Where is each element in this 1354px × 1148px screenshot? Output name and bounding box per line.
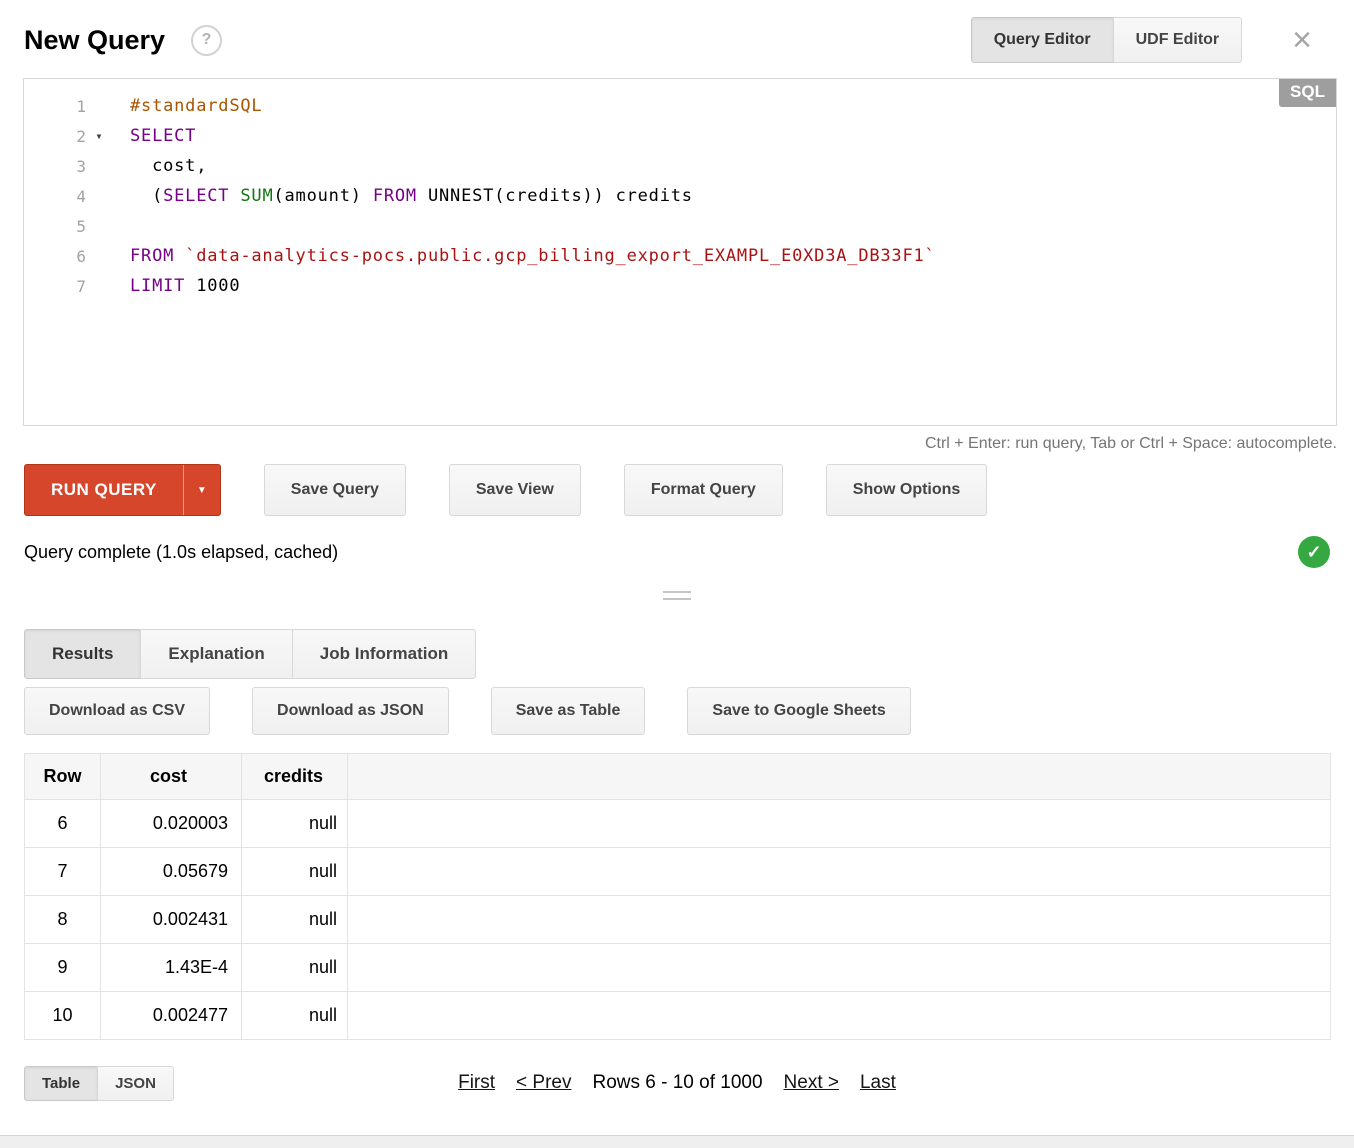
editor-gutter: 1 2 ▾ 3 4 5 6 7 (24, 79, 112, 425)
code-line[interactable]: LIMIT 1000 (130, 271, 1336, 301)
line-number: 1 (76, 96, 86, 116)
code-line[interactable] (130, 211, 1336, 241)
gutter-line: 1 (24, 91, 112, 121)
credits-cell: null (241, 847, 348, 896)
empty-cell (347, 991, 1331, 1040)
gutter-line: 2 ▾ (24, 121, 112, 151)
header-spacer (347, 753, 1331, 800)
run-query-label: RUN QUERY (51, 480, 157, 499)
tab-results[interactable]: Results (24, 629, 142, 679)
cost-cell: 0.002431 (100, 895, 242, 944)
line-number: 2 (76, 126, 86, 146)
save-query-button[interactable]: Save Query (263, 464, 406, 516)
results-tbody: 6 0.020003 null 7 0.05679 null 8 0.002431 null 9 1… (24, 799, 1331, 1040)
download-csv-button[interactable]: Download as CSV (24, 687, 211, 735)
line-number: 7 (76, 276, 86, 296)
code-line[interactable]: cost, (130, 151, 1336, 181)
tab-query-editor[interactable]: Query Editor (970, 17, 1114, 63)
table-row: 8 0.002431 null (24, 895, 1331, 944)
code-line[interactable]: SELECT (130, 121, 1336, 151)
empty-cell (347, 895, 1331, 944)
code-line[interactable]: FROM `data-analytics-pocs.public.gcp_bil… (130, 241, 1336, 271)
results-footer: Table JSON First < Prev Rows 6 - 10 of 1… (24, 1063, 1330, 1103)
pagination: First < Prev Rows 6 - 10 of 1000 Next > … (458, 1072, 896, 1094)
credits-cell: null (241, 799, 348, 848)
empty-cell (347, 799, 1331, 848)
cost-cell: 0.002477 (100, 991, 242, 1040)
line-number: 5 (76, 216, 86, 236)
pagination-first-link[interactable]: First (458, 1072, 495, 1094)
row-number-cell: 8 (24, 895, 101, 944)
code-line[interactable]: (SELECT SUM(amount) FROM UNNEST(credits)… (130, 181, 1336, 211)
code-line[interactable]: #standardSQL (130, 91, 1336, 121)
show-options-button[interactable]: Show Options (825, 464, 988, 516)
table-row: 10 0.002477 null (24, 991, 1331, 1040)
results-tabs: Results Explanation Job Information (24, 629, 1330, 679)
results-table: Row cost credits 6 0.020003 null 7 0.05679 nu… (24, 753, 1331, 1040)
sql-language-badge: SQL (1279, 79, 1336, 107)
tab-explanation[interactable]: Explanation (140, 629, 293, 679)
credits-cell: null (241, 943, 348, 992)
format-query-button[interactable]: Format Query (623, 464, 783, 516)
run-query-button[interactable]: RUN QUERY ▼ (24, 464, 221, 516)
view-json-button[interactable]: JSON (97, 1065, 174, 1101)
header-credits: credits (241, 753, 348, 800)
pagination-next-link[interactable]: Next > (784, 1072, 839, 1094)
tab-job-information[interactable]: Job Information (291, 629, 477, 679)
editor-code[interactable]: #standardSQL SELECT cost, (SELECT SUM(amo… (112, 79, 1336, 425)
page-title: New Query (24, 24, 166, 55)
cost-cell: 1.43E-4 (100, 943, 242, 992)
gutter-line: 6 (24, 241, 112, 271)
export-actions: Download as CSV Download as JSON Save as… (24, 687, 1330, 735)
top-bar: New Query ? Query Editor UDF Editor × (0, 0, 1354, 78)
gutter-line: 5 (24, 211, 112, 241)
pagination-last-link[interactable]: Last (860, 1072, 896, 1094)
query-status-row: Query complete (1.0s elapsed, cached) ✓ (24, 536, 1330, 568)
empty-cell (347, 847, 1331, 896)
pagination-prev-link[interactable]: < Prev (516, 1072, 571, 1094)
footer-strip (0, 1135, 1354, 1148)
panel-resize-handle[interactable] (663, 591, 691, 600)
row-number-cell: 7 (24, 847, 101, 896)
tab-udf-editor[interactable]: UDF Editor (1112, 17, 1243, 63)
help-icon[interactable]: ? (191, 24, 223, 56)
query-status-text: Query complete (1.0s elapsed, cached) (24, 541, 339, 562)
line-number: 3 (76, 156, 86, 176)
table-header-row: Row cost credits (24, 753, 1331, 800)
header-row: Row (24, 753, 101, 800)
row-number-cell: 10 (24, 991, 101, 1040)
table-row: 7 0.05679 null (24, 847, 1331, 896)
view-table-button[interactable]: Table (24, 1065, 99, 1101)
row-number-cell: 6 (24, 799, 101, 848)
download-json-button[interactable]: Download as JSON (252, 687, 449, 735)
cost-cell: 0.05679 (100, 847, 242, 896)
gutter-line: 3 (24, 151, 112, 181)
empty-cell (347, 943, 1331, 992)
credits-cell: null (241, 895, 348, 944)
shortcut-hint: Ctrl + Enter: run query, Tab or Ctrl + S… (924, 435, 1337, 452)
row-number-cell: 9 (24, 943, 101, 992)
view-toggle: Table JSON (24, 1065, 174, 1101)
line-number: 4 (76, 186, 86, 206)
save-to-sheets-button[interactable]: Save to Google Sheets (687, 687, 911, 735)
table-row: 6 0.020003 null (24, 799, 1331, 848)
line-number: 6 (76, 246, 86, 266)
close-icon[interactable]: × (1286, 22, 1318, 58)
pagination-info: Rows 6 - 10 of 1000 (592, 1072, 763, 1093)
table-row: 9 1.43E-4 null (24, 943, 1331, 992)
credits-cell: null (241, 991, 348, 1040)
sql-editor[interactable]: 1 2 ▾ 3 4 5 6 7 #standardSQL SELECT cost, (SELEC… (23, 78, 1337, 426)
query-toolbar: RUN QUERY ▼ Save Query Save View Format … (24, 464, 1330, 516)
save-view-button[interactable]: Save View (448, 464, 581, 516)
query-success-icon: ✓ (1298, 536, 1330, 568)
gutter-line: 7 (24, 271, 112, 301)
gutter-line: 4 (24, 181, 112, 211)
save-as-table-button[interactable]: Save as Table (490, 687, 646, 735)
editor-mode-switcher: Query Editor UDF Editor (970, 17, 1243, 63)
header-cost: cost (100, 753, 242, 800)
cost-cell: 0.020003 (100, 799, 242, 848)
run-query-dropdown-icon[interactable]: ▼ (182, 465, 220, 515)
fold-toggle-icon[interactable]: ▾ (86, 129, 112, 143)
